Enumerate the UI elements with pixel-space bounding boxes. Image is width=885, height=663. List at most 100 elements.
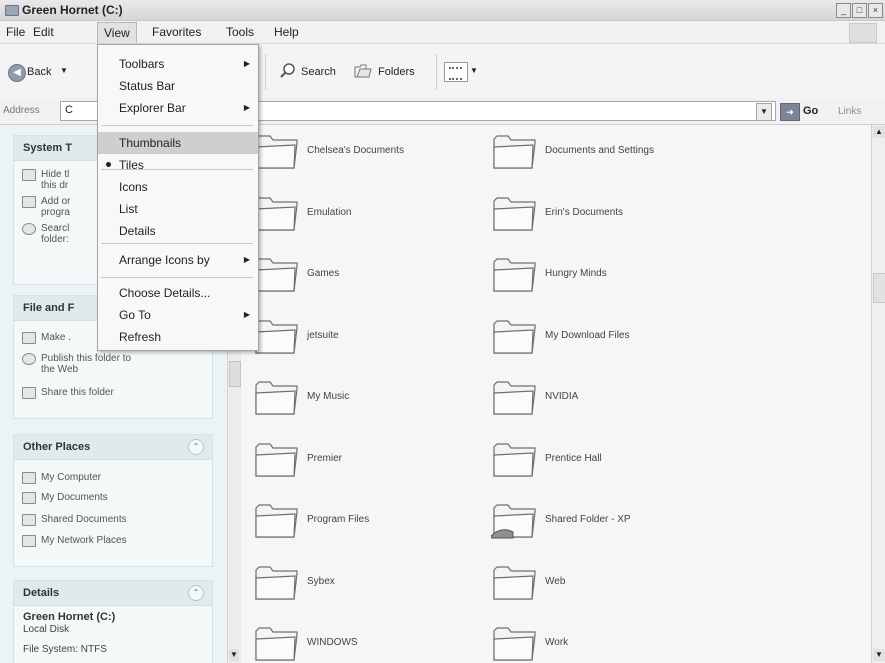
folder-tile[interactable]: Emulation — [253, 193, 483, 233]
folder-tile[interactable]: Prentice Hall — [491, 439, 721, 479]
menu-separator — [101, 243, 253, 244]
menu-file[interactable]: File — [6, 25, 25, 39]
view-menu-item-choose-details[interactable]: Choose Details... — [98, 282, 258, 304]
menu-favorites[interactable]: Favorites — [152, 25, 201, 39]
link-my-documents[interactable]: My Documents — [22, 492, 108, 504]
view-menu-item-list[interactable]: List — [98, 198, 258, 220]
folder-label: NVIDIA — [545, 391, 579, 402]
title-bar: Green Hornet (C:) _ □ × — [0, 0, 885, 21]
search-icon[interactable] — [279, 62, 297, 80]
links-button[interactable]: Links — [838, 106, 861, 117]
link-shared-documents[interactable]: Shared Documents — [22, 514, 127, 526]
task-search[interactable]: Searcl folder: — [22, 223, 69, 245]
back-dropdown-icon[interactable]: ▼ — [60, 66, 68, 75]
menu-help[interactable]: Help — [274, 25, 299, 39]
view-menu-item-arrange-icons-by[interactable]: Arrange Icons by ▶ — [98, 249, 258, 271]
menu-item-label: Refresh — [119, 330, 162, 344]
scrollbar-thumb[interactable] — [873, 273, 885, 303]
folders-button[interactable]: Folders — [378, 66, 415, 78]
network-icon — [22, 535, 36, 547]
folder-label: Erin's Documents — [545, 206, 624, 218]
folder-tile[interactable]: Program Files — [253, 500, 483, 540]
folder-tile[interactable]: My Download Files — [491, 316, 721, 356]
shared-folder-icon — [491, 504, 536, 539]
task-add-remove[interactable]: Add or progra — [22, 196, 70, 218]
panel-title: File and F — [23, 302, 75, 314]
menu-item-label: Toolbars — [119, 57, 165, 71]
back-arrow-icon[interactable]: ◀ — [8, 64, 26, 82]
folder-icon — [493, 442, 536, 477]
views-button[interactable] — [444, 62, 468, 82]
folder-tile[interactable]: jetsuite — [253, 316, 483, 356]
view-menu-item-details[interactable]: Details — [98, 220, 258, 242]
panel-title: Other Places — [23, 441, 91, 453]
folder-view: Chelsea's Documents Documents and Setting… — [241, 125, 871, 663]
view-menu-item-go-to[interactable]: Go To ▶ — [98, 304, 258, 326]
collapse-icon[interactable]: ⌃ — [188, 439, 204, 455]
panel-header[interactable]: Details ⌃ — [14, 581, 212, 606]
view-menu-item-tiles[interactable]: Tiles — [98, 154, 258, 176]
search-icon — [22, 223, 36, 235]
folders-icon[interactable] — [354, 63, 372, 79]
task-publish-web[interactable]: Publish this folder to the Web — [22, 353, 131, 375]
menu-view[interactable]: View — [97, 22, 137, 43]
folder-tile[interactable]: NVIDIA — [491, 377, 721, 417]
folder-tile[interactable]: Chelsea's Documents — [253, 131, 483, 171]
content-scrollbar[interactable]: ▲ ▼ — [871, 125, 885, 663]
submenu-arrow-icon: ▶ — [243, 59, 250, 68]
details-file-system: File System: NTFS — [23, 644, 107, 655]
link-my-computer[interactable]: My Computer — [22, 472, 101, 484]
folder-tile[interactable]: Premier — [253, 439, 483, 479]
go-arrow-icon[interactable]: ➜ — [780, 103, 800, 121]
folder-tile[interactable]: Shared Folder - XP — [491, 500, 721, 540]
folder-tile[interactable]: Sybex — [253, 562, 483, 602]
folder-tile[interactable]: Documents and Settings — [491, 131, 721, 171]
scroll-up-icon[interactable]: ▲ — [873, 126, 885, 138]
folder-tile[interactable]: Erin's Documents — [491, 193, 721, 233]
scroll-down-icon[interactable]: ▼ — [873, 649, 885, 661]
drive-icon — [5, 5, 19, 16]
back-button[interactable]: Back — [27, 66, 51, 78]
folder-tile[interactable]: WINDOWS — [253, 623, 483, 663]
views-dropdown-icon[interactable]: ▼ — [470, 66, 478, 75]
other-places-panel: Other Places ⌃ My Computer My Documents … — [13, 434, 213, 567]
menu-edit[interactable]: Edit — [33, 25, 54, 39]
search-button[interactable]: Search — [301, 66, 336, 78]
folder-tile[interactable]: My Music — [253, 377, 483, 417]
close-button[interactable]: × — [868, 3, 883, 18]
menu-item-label: Details — [119, 224, 156, 238]
menu-tools[interactable]: Tools — [226, 25, 254, 39]
view-menu-item-toolbars[interactable]: Toolbars ▶ — [98, 53, 258, 75]
panel-title: System T — [23, 142, 72, 154]
folder-icon — [255, 381, 298, 415]
scrollbar-thumb[interactable] — [229, 361, 241, 387]
add-remove-icon — [22, 196, 36, 208]
address-dropdown-icon[interactable]: ▼ — [756, 103, 772, 121]
task-make-folder[interactable]: Make . — [22, 332, 71, 344]
minimize-button[interactable]: _ — [836, 3, 851, 18]
go-button[interactable]: Go — [803, 105, 818, 117]
folder-tile[interactable]: Work — [491, 623, 721, 663]
view-menu-item-thumbnails[interactable]: Thumbnails — [98, 132, 258, 154]
collapse-icon[interactable]: ⌃ — [188, 585, 204, 601]
task-share-folder[interactable]: Share this folder — [22, 387, 114, 399]
scroll-down-icon[interactable]: ▼ — [229, 649, 239, 661]
computer-icon — [22, 472, 36, 484]
view-menu-item-explorer-bar[interactable]: Explorer Bar ▶ — [98, 97, 258, 119]
view-menu-item-refresh[interactable]: Refresh — [98, 326, 258, 348]
folder-icon — [493, 319, 536, 354]
folder-label: Web — [545, 575, 566, 587]
window-title: Green Hornet (C:) — [22, 3, 123, 17]
maximize-button[interactable]: □ — [852, 3, 867, 18]
panel-header[interactable]: Other Places ⌃ — [14, 435, 212, 460]
view-menu-item-icons[interactable]: Icons — [98, 176, 258, 198]
view-menu-item-status-bar[interactable]: Status Bar — [98, 75, 258, 97]
task-hide-contents[interactable]: Hide tl this dr — [22, 169, 69, 191]
window-controls: _ □ × — [836, 3, 883, 18]
folder-tile[interactable]: Hungry Minds — [491, 254, 721, 294]
menu-item-label: Thumbnails — [119, 136, 182, 150]
folder-icon — [255, 442, 298, 477]
folder-tile[interactable]: Games — [253, 254, 483, 294]
folder-tile[interactable]: Web — [491, 562, 721, 602]
link-my-network-places[interactable]: My Network Places — [22, 535, 127, 547]
